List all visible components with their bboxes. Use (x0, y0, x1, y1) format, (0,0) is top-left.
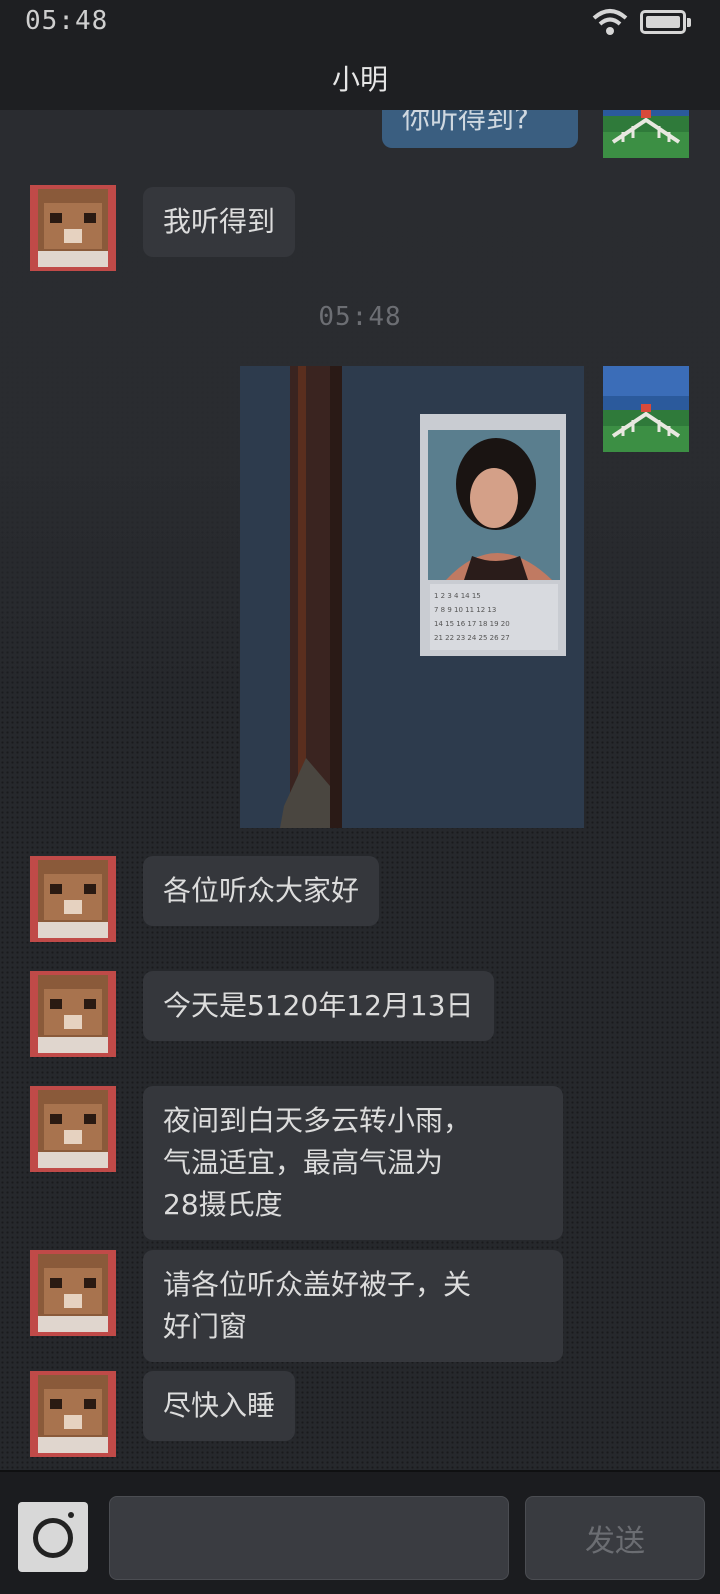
message-bubble-incoming[interactable]: 我听得到 (143, 187, 296, 257)
contact-avatar[interactable] (30, 1250, 116, 1336)
send-button[interactable]: 发送 (525, 1496, 705, 1580)
svg-text:21 22 23 24 25 26 27: 21 22 23 24 25 26 27 (434, 634, 510, 642)
status-time: 05:48 (25, 6, 109, 36)
svg-text:7 8 9 10 11 12 13: 7 8 9 10 11 12 13 (434, 606, 496, 614)
battery-icon (640, 10, 691, 34)
wifi-icon (592, 9, 628, 35)
svg-text:14 15 16 17 18 19 20: 14 15 16 17 18 19 20 (434, 620, 510, 628)
page-title: 小明 (331, 63, 388, 96)
contact-avatar[interactable] (30, 185, 116, 271)
svg-text:1 2 3 4 14 15: 1 2 3 4 14 15 (434, 592, 481, 600)
camera-icon (33, 1518, 73, 1558)
message-bubble-incoming[interactable]: 今天是5120年12月13日 (143, 971, 494, 1041)
camera-flash-dot (68, 1512, 74, 1518)
chat-header: 小明 (0, 48, 720, 110)
message-timestamp: 05:48 (318, 302, 402, 332)
message-bubble-incoming[interactable]: 各位听众大家好 (143, 856, 380, 926)
contact-avatar[interactable] (30, 971, 116, 1057)
battery-level (646, 16, 680, 28)
photo-message[interactable]: 1 2 3 4 14 15 7 8 9 10 11 12 13 14 15 16… (240, 366, 584, 828)
status-bar: 05:48 (0, 0, 720, 48)
input-bar: 发送 (0, 1470, 720, 1594)
contact-avatar[interactable] (30, 1371, 116, 1457)
message-bubble-incoming[interactable]: 请各位听众盖好被子，关 好门窗 (143, 1250, 563, 1362)
message-input[interactable] (109, 1496, 509, 1580)
camera-button[interactable] (18, 1502, 88, 1572)
contact-avatar[interactable] (30, 1086, 116, 1172)
message-bubble-incoming[interactable]: 尽快入睡 (143, 1371, 296, 1441)
message-bubble-incoming[interactable]: 夜间到白天多云转小雨， 气温适宜，最高气温为 28摄氏度 (143, 1086, 563, 1240)
my-avatar[interactable] (603, 366, 689, 452)
contact-avatar[interactable] (30, 856, 116, 942)
